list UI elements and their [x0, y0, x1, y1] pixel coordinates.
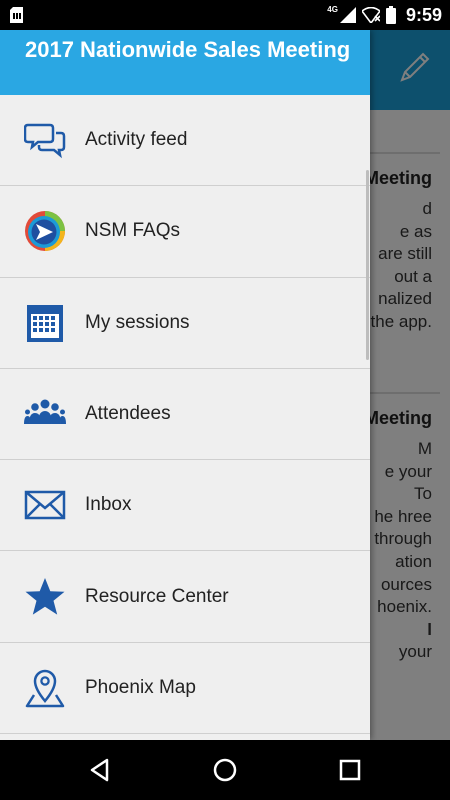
signal-icon: [339, 7, 356, 23]
menu-item-label: NSM FAQs: [85, 220, 181, 242]
map-pin-icon: [24, 667, 66, 709]
menu-item-nsm-faqs[interactable]: NSM FAQs: [0, 186, 370, 278]
people-icon: [24, 393, 66, 435]
nsm-logo-icon: [24, 210, 66, 252]
status-bar: 4G 9:59: [0, 0, 450, 30]
network-type-label: 4G: [327, 4, 338, 14]
clock: 9:59: [405, 4, 442, 25]
navigation-drawer: 2017 Nationwide Sales Meeting Activity f…: [0, 30, 370, 740]
recent-apps-icon[interactable]: [335, 755, 365, 785]
menu-item-label: Inbox: [85, 494, 132, 516]
menu-item-resource-center[interactable]: Resource Center: [0, 551, 370, 643]
menu-item-my-sessions[interactable]: My sessions: [0, 278, 370, 369]
calendar-icon: [24, 302, 66, 344]
menu-item-label: Resource Center: [85, 585, 229, 607]
menu-item-label: Attendees: [85, 403, 171, 425]
back-icon[interactable]: [85, 755, 115, 785]
event-title: 2017 Nationwide Sales Meeting: [25, 37, 351, 62]
menu-item-phoenix-map[interactable]: Phoenix Map: [0, 643, 370, 735]
sim-card-icon: [10, 7, 23, 23]
drawer-header: 2017 Nationwide Sales Meeting: [0, 30, 370, 95]
menu-item-label: My sessions: [85, 311, 190, 333]
drawer-menu: Activity feed NSM FAQs My sessions Atten…: [0, 95, 370, 735]
system-navigation-bar: [0, 740, 450, 800]
envelope-icon: [24, 484, 66, 526]
home-icon[interactable]: [210, 755, 240, 785]
menu-item-inbox[interactable]: Inbox: [0, 460, 370, 552]
star-icon: [24, 576, 66, 618]
wifi-off-icon: [361, 7, 380, 23]
menu-item-attendees[interactable]: Attendees: [0, 369, 370, 461]
battery-icon: [385, 6, 396, 24]
menu-item-label: Activity feed: [85, 129, 188, 151]
menu-item-label: Phoenix Map: [85, 676, 196, 698]
chat-bubbles-icon: [24, 119, 66, 161]
drawer-scrollbar[interactable]: [366, 170, 369, 360]
menu-item-activity-feed[interactable]: Activity feed: [0, 95, 370, 187]
